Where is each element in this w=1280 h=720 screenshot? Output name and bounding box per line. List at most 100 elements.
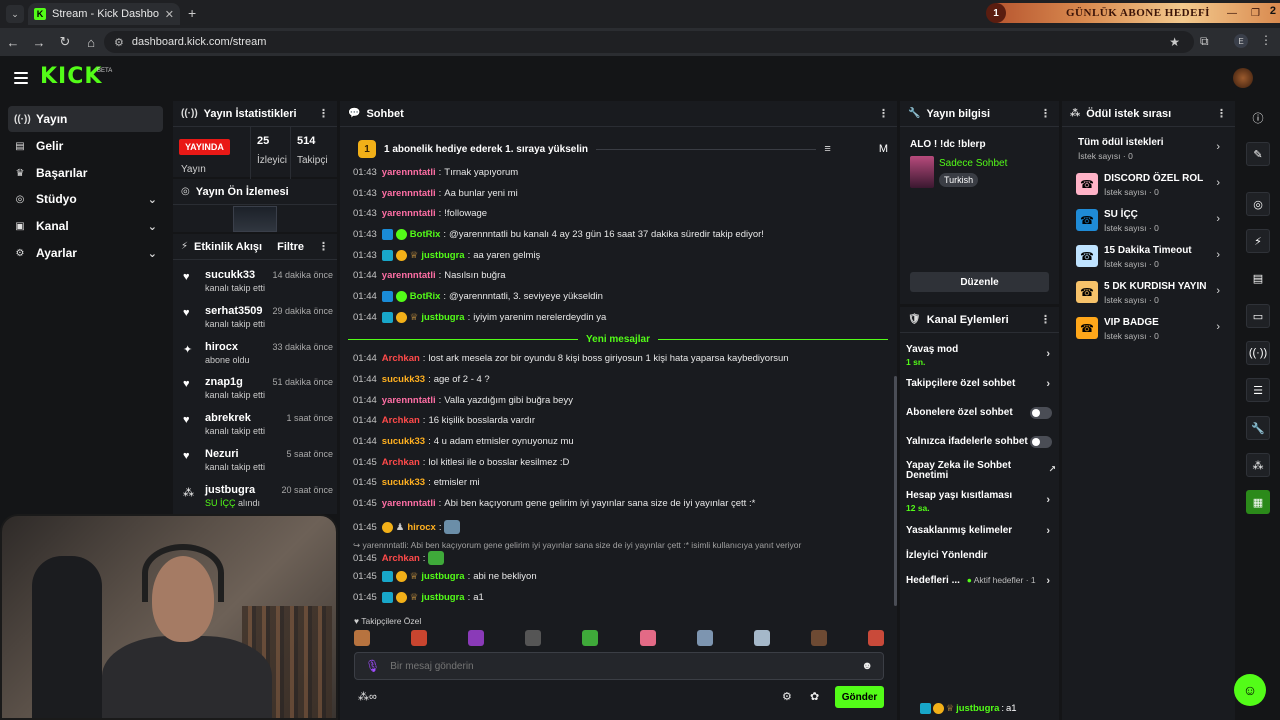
more-options-icon[interactable]: ⋮	[318, 107, 329, 120]
message-username[interactable]: yarennntatli	[382, 270, 436, 281]
support-chat-icon[interactable]: ☺	[1234, 674, 1266, 706]
goals-setting[interactable]: Hedefleri ... ● Aktif hedefler · 1 ›	[906, 575, 1054, 587]
ai-moderation-setting[interactable]: Yapay Zeka ile Sohbet Denetimi ↗	[906, 461, 1056, 481]
more-options-icon[interactable]: ⋮	[1040, 107, 1051, 120]
message-username[interactable]: Archkan	[382, 353, 420, 364]
minimize-icon[interactable]: —	[1227, 8, 1237, 19]
reward-item-su-icc[interactable]: ☎ SU İÇÇ İstek sayısı · 0 ›	[1076, 207, 1226, 237]
emote-button[interactable]	[810, 630, 827, 646]
back-icon[interactable]: ←	[0, 35, 26, 50]
rewards-icon[interactable]: ⁂∞	[358, 690, 377, 703]
emote-picker-icon[interactable]: ✿	[810, 690, 819, 703]
message-username[interactable]: hirocx	[407, 522, 436, 533]
chat-widget-icon[interactable]: ▭	[1246, 304, 1270, 328]
filter-button[interactable]: Filtre	[277, 241, 304, 253]
nav-item-basarilar[interactable]: ♛ Başarılar	[8, 160, 163, 186]
emote-button[interactable]	[696, 630, 713, 646]
message-username[interactable]: yarennntatli	[382, 208, 436, 219]
reward-item-kurdish-stream[interactable]: ☎ 5 DK KURDISH YAYIN İstek sayısı · 0 ›	[1076, 279, 1226, 309]
nav-item-gelir[interactable]: ▤ Gelir	[8, 133, 163, 159]
message-username[interactable]: Archkan	[382, 457, 420, 468]
site-info-icon[interactable]: ⚙	[114, 36, 124, 49]
message-username[interactable]: BotRix	[410, 291, 441, 302]
edit-layout-icon[interactable]: ✎	[1246, 142, 1270, 166]
reward-item-all[interactable]: Tüm ödül istekleri İstek sayısı · 0 ›	[1076, 135, 1226, 165]
stream-category[interactable]: Sadece Sohbet	[939, 158, 1007, 169]
rewards-widget-icon[interactable]: ⁂	[1246, 453, 1270, 477]
info-icon[interactable]: ⓘ	[1246, 106, 1270, 130]
activity-widget-icon[interactable]: ⚡	[1246, 229, 1270, 253]
message-username[interactable]: sucukk33	[382, 374, 425, 385]
reward-item-discord-role[interactable]: ☎ DISCORD ÖZEL ROL İstek sayısı · 0 ›	[1076, 171, 1226, 201]
chat-message-input[interactable]	[390, 660, 852, 672]
emote-button[interactable]	[582, 630, 599, 646]
new-tab-icon[interactable]: +	[188, 5, 196, 21]
activity-user[interactable]: Nezuri	[205, 448, 239, 460]
filter-icon[interactable]: ≡	[824, 143, 830, 155]
edit-stream-info-button[interactable]: Düzenle	[910, 272, 1049, 292]
nav-item-ayarlar[interactable]: ⚙ Ayarlar ⌄	[8, 240, 163, 266]
stream-preview-thumbnail[interactable]	[233, 206, 277, 232]
activity-user[interactable]: sucukk33	[205, 269, 255, 281]
stream-info-widget-icon[interactable]: 🔧	[1246, 416, 1270, 440]
nav-item-studyo[interactable]: ◎ Stüdyo ⌄	[8, 186, 163, 212]
home-icon[interactable]: ⌂	[78, 35, 104, 50]
reward-item-timeout[interactable]: ☎ 15 Dakika Timeout İstek sayısı · 0 ›	[1076, 243, 1226, 273]
browser-menu-icon[interactable]: ⋮	[1260, 33, 1272, 47]
message-username[interactable]: BotRix	[410, 229, 441, 240]
message-username[interactable]: Archkan	[382, 415, 420, 426]
chat-emote[interactable]	[444, 520, 461, 534]
extensions-icon[interactable]: ⧉	[1200, 34, 1209, 49]
user-avatar[interactable]	[1233, 68, 1253, 88]
chat-emote[interactable]	[428, 551, 445, 565]
banned-words-setting[interactable]: Yasaklanmış kelimeler ›	[906, 525, 1054, 537]
followers-only-setting[interactable]: Takipçilere özel sohbet ›	[906, 378, 1054, 390]
notes-widget-icon[interactable]: ▤	[1246, 266, 1270, 290]
profile-avatar[interactable]: E	[1234, 34, 1248, 48]
pinned-more[interactable]: M	[879, 143, 888, 155]
more-options-icon[interactable]: ⋮	[1216, 107, 1227, 120]
chat-settings-icon[interactable]: ⚙	[782, 690, 792, 703]
message-username[interactable]: yarennntatli	[382, 188, 436, 199]
message-username[interactable]: justbugra	[421, 571, 464, 582]
kick-logo[interactable]: KICK	[40, 64, 102, 89]
stats-widget-icon[interactable]: ((·))	[1246, 341, 1270, 365]
emoji-icon[interactable]: ☻	[861, 660, 873, 672]
restore-icon[interactable]: ❐	[1251, 8, 1260, 19]
app-widget-icon[interactable]: ▦	[1246, 490, 1270, 514]
reload-icon[interactable]: ↻	[52, 34, 78, 50]
raid-viewers-setting[interactable]: İzleyici Yönlendir	[906, 550, 1054, 561]
emote-button[interactable]	[354, 630, 370, 646]
emote-button[interactable]	[525, 630, 542, 646]
message-username[interactable]: yarennntatli	[382, 395, 436, 406]
nav-item-kanal[interactable]: ▣ Kanal ⌄	[8, 213, 163, 239]
tab-close-icon[interactable]: ✕	[165, 8, 174, 21]
message-username[interactable]: Archkan	[382, 553, 420, 564]
more-options-icon[interactable]: ⋮	[1040, 313, 1051, 326]
nav-item-yayin[interactable]: ((·)) Yayın	[8, 106, 163, 132]
message-username[interactable]: justbugra	[421, 250, 464, 261]
message-username[interactable]: sucukk33	[382, 477, 425, 488]
tab-search-icon[interactable]: ⌄	[6, 5, 24, 23]
emote-button[interactable]	[867, 630, 884, 646]
preview-widget-icon[interactable]: ◎	[1246, 192, 1270, 216]
activity-user[interactable]: serhat3509	[205, 305, 263, 317]
activity-user[interactable]: abrekrek	[205, 412, 251, 424]
hamburger-menu-icon[interactable]	[14, 72, 28, 84]
emotes-only-toggle[interactable]	[1030, 436, 1052, 448]
address-bar[interactable]: ⚙ dashboard.kick.com/stream ★	[104, 31, 1194, 53]
bookmark-star-icon[interactable]: ★	[1169, 35, 1180, 49]
message-username[interactable]: yarennntatli	[382, 167, 436, 178]
message-username[interactable]: yarennntatli	[382, 498, 436, 509]
account-age-setting[interactable]: Hesap yaşı kısıtlaması 12 sa. ›	[906, 490, 1054, 513]
chat-scrollbar[interactable]	[894, 376, 897, 606]
more-options-icon[interactable]: ⋮	[878, 107, 889, 120]
more-options-icon[interactable]: ⋮	[318, 240, 329, 253]
reward-item-vip-badge[interactable]: ☎ VIP BADGE İstek sayısı · 0 ›	[1076, 315, 1226, 345]
message-username[interactable]: justbugra	[421, 592, 464, 603]
message-username[interactable]: justbugra	[421, 312, 464, 323]
emote-button[interactable]	[639, 630, 656, 646]
emote-button[interactable]	[411, 630, 428, 646]
subscribers-only-toggle[interactable]	[1030, 407, 1052, 419]
microphone-icon[interactable]: 🎙	[365, 659, 380, 673]
